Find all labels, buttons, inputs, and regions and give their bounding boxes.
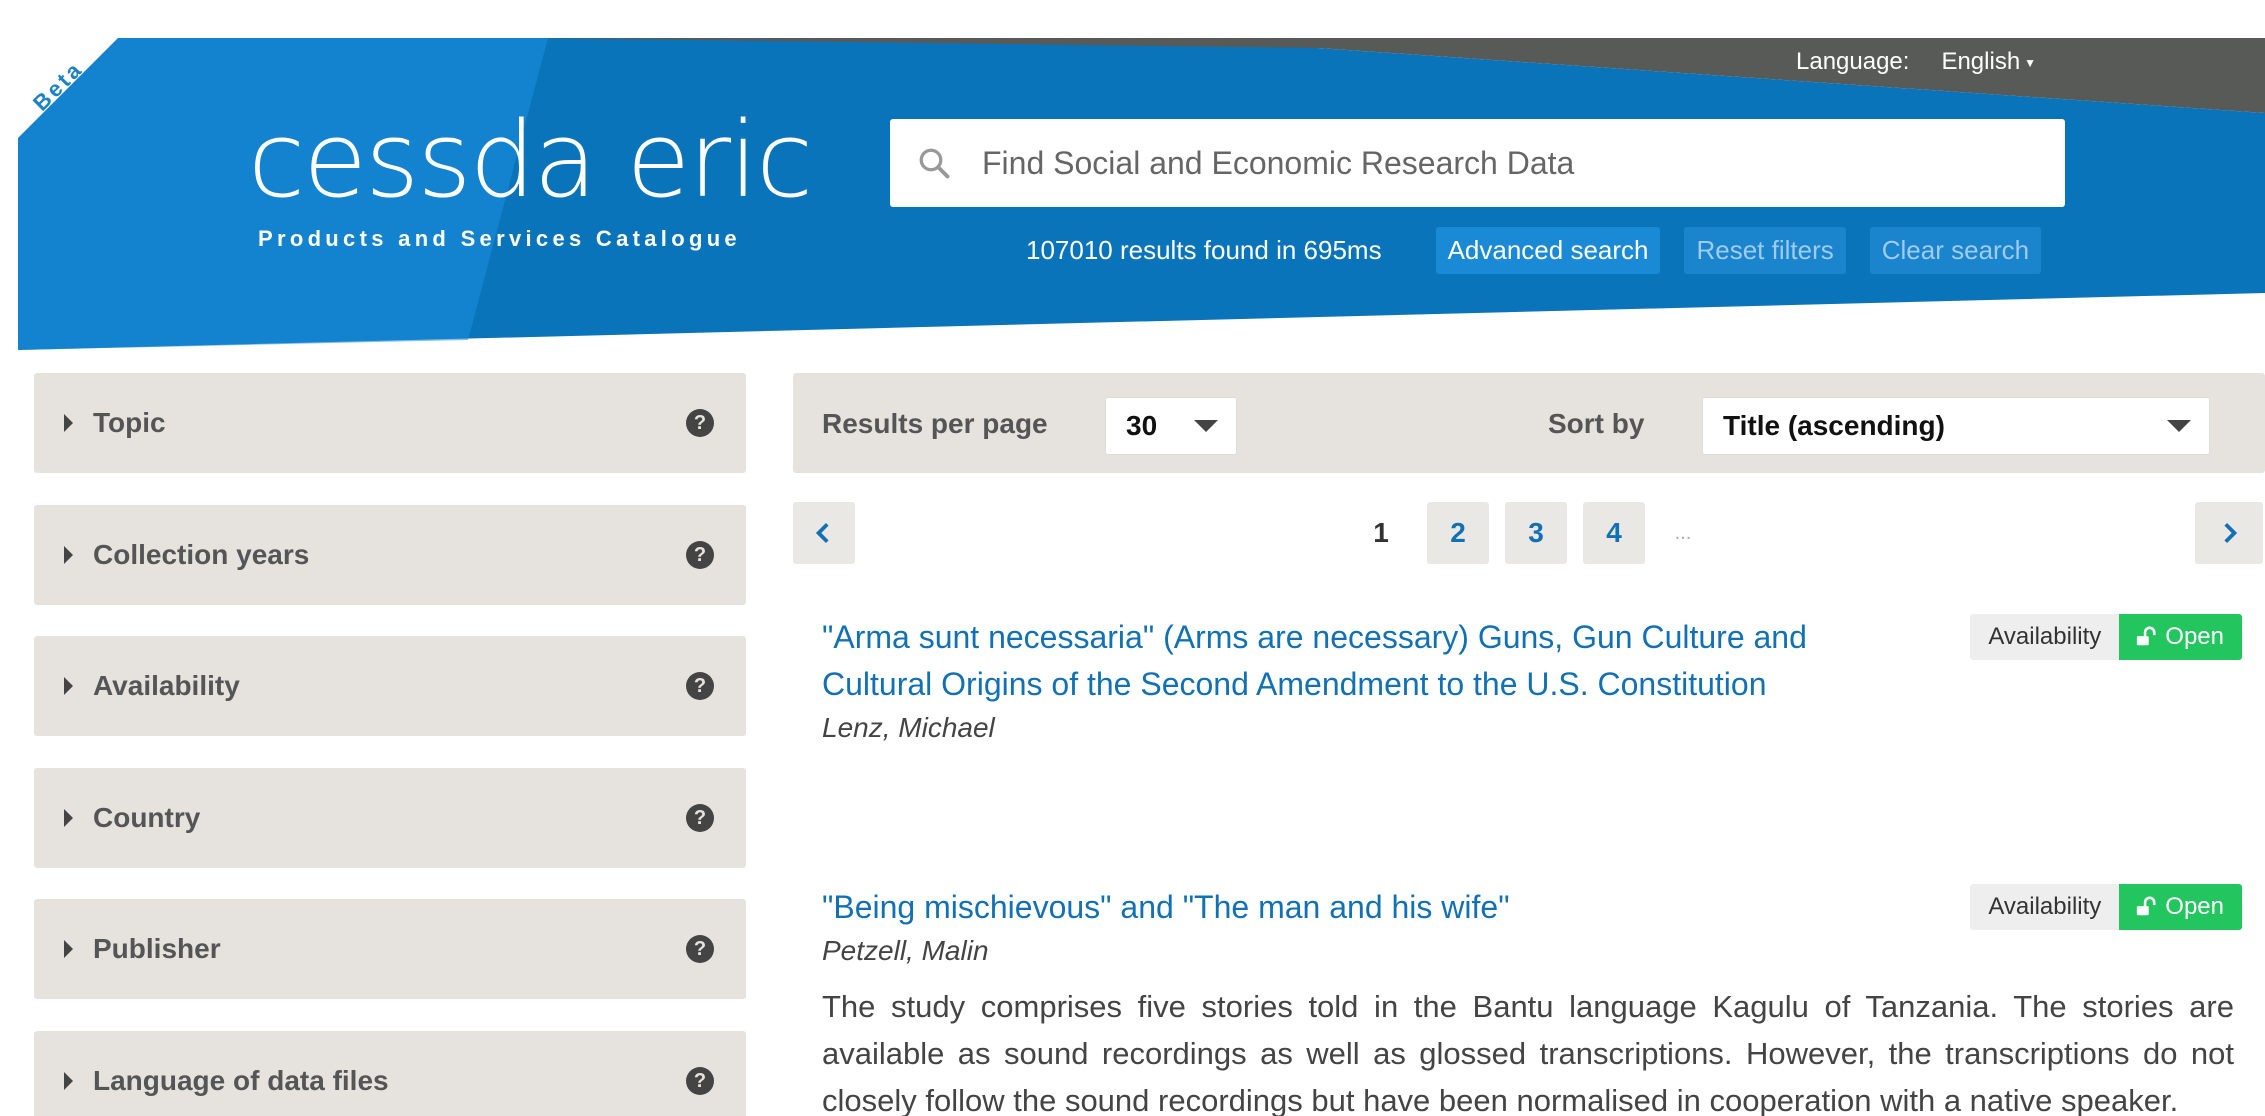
availability-badge: Availability Open [1970, 884, 2242, 930]
language-selector: Language: English ▼ [1796, 48, 2036, 76]
help-icon[interactable]: ? [686, 672, 714, 700]
next-page-button[interactable] [2195, 502, 2263, 564]
result-item: "Being mischievous" and "The man and his… [822, 884, 2242, 1116]
facet-country[interactable]: Country ? [34, 768, 746, 868]
facet-label: Availability [93, 670, 240, 701]
site-header: Beta cessda eric Products and Services C… [18, 38, 2265, 350]
facet-label: Publisher [93, 933, 221, 964]
caret-right-icon [64, 414, 73, 432]
caret-right-icon [64, 677, 73, 695]
results-per-page-label: Results per page [822, 408, 1048, 439]
logo-text: cessda eric [248, 99, 813, 221]
chevron-right-icon [2224, 522, 2238, 544]
search-input[interactable] [982, 144, 1982, 182]
chevron-down-icon [2167, 420, 2191, 432]
availability-badge: Availability Open [1970, 614, 2242, 660]
help-icon[interactable]: ? [686, 935, 714, 963]
prev-page-button[interactable] [793, 502, 855, 564]
results-per-page-select[interactable]: 30 [1105, 397, 1237, 455]
result-title-link[interactable]: "Being mischievous" and "The man and his… [822, 884, 1862, 931]
availability-label: Availability [1970, 884, 2120, 930]
caret-right-icon [64, 1072, 73, 1090]
unlock-icon [2137, 896, 2156, 916]
result-author: Lenz, Michael [822, 712, 995, 743]
reset-filters-button[interactable]: Reset filters [1684, 227, 1846, 274]
caret-right-icon [64, 809, 73, 827]
caret-down-icon: ▼ [2024, 55, 2037, 70]
availability-label: Availability [1970, 614, 2120, 660]
availability-value: Open [2165, 623, 2224, 650]
sort-by-label: Sort by [1548, 408, 1645, 439]
facet-label: Collection years [93, 539, 310, 570]
clear-search-button[interactable]: Clear search [1869, 227, 2042, 274]
result-description: The study comprises five stories told in… [822, 989, 2234, 1116]
facet-publisher[interactable]: Publisher ? [34, 899, 746, 999]
chevron-left-icon [815, 522, 829, 544]
facet-label: Country [93, 802, 201, 833]
facet-label: Topic [93, 407, 166, 438]
language-label: Language: [1796, 48, 1910, 75]
result-title-link[interactable]: "Arma sunt necessaria" (Arms are necessa… [822, 614, 1862, 708]
page-4[interactable]: 4 [1583, 502, 1645, 564]
page-3[interactable]: 3 [1505, 502, 1567, 564]
sort-by-select[interactable]: Title (ascending) [1702, 397, 2210, 455]
language-dropdown[interactable]: English ▼ [1941, 48, 2036, 76]
caret-right-icon [64, 940, 73, 958]
search-meta: 107010 results found in 695ms Advanced s… [1026, 227, 2042, 274]
availability-open[interactable]: Open [2119, 884, 2242, 930]
help-icon[interactable]: ? [686, 1067, 714, 1095]
results-count: 107010 results found in 695ms [1026, 235, 1382, 265]
search-box [890, 119, 2065, 207]
availability-value: Open [2165, 893, 2224, 920]
unlock-icon [2137, 626, 2156, 646]
facet-collection-years[interactable]: Collection years ? [34, 505, 746, 605]
facet-label: Language of data files [93, 1065, 389, 1096]
advanced-search-button[interactable]: Advanced search [1435, 227, 1661, 274]
facet-topic[interactable]: Topic ? [34, 373, 746, 473]
logo-subtitle: Products and Services Catalogue [258, 226, 741, 251]
facet-availability[interactable]: Availability ? [34, 636, 746, 736]
help-icon[interactable]: ? [686, 541, 714, 569]
search-icon [919, 148, 950, 179]
result-author: Petzell, Malin [822, 935, 989, 966]
pagination-ellipsis: ... [1674, 521, 1692, 544]
sort-by-value: Title (ascending) [1723, 410, 1945, 441]
availability-open[interactable]: Open [2119, 614, 2242, 660]
page-1[interactable]: 1 [1350, 502, 1412, 564]
results-per-page-value: 30 [1126, 410, 1158, 441]
site-logo[interactable]: cessda eric Products and Services Catalo… [248, 99, 813, 252]
caret-right-icon [64, 546, 73, 564]
help-icon[interactable]: ? [686, 409, 714, 437]
facet-language-of-data-files[interactable]: Language of data files ? [34, 1031, 746, 1116]
result-item: "Arma sunt necessaria" (Arms are necessa… [822, 614, 2242, 744]
page-2[interactable]: 2 [1427, 502, 1489, 564]
help-icon[interactable]: ? [686, 804, 714, 832]
chevron-down-icon [1194, 420, 1218, 432]
results-toolbar: Results per page 30 Sort by Title (ascen… [793, 373, 2265, 473]
